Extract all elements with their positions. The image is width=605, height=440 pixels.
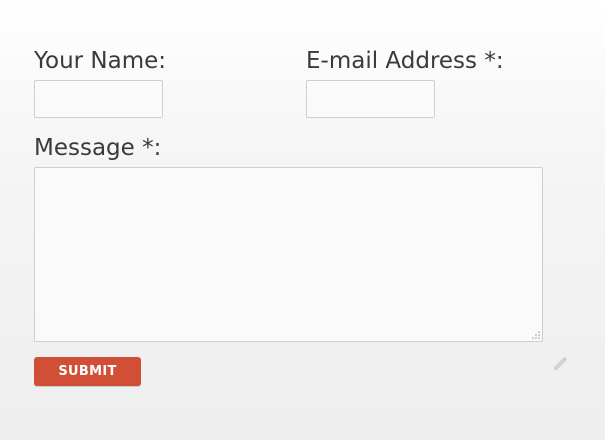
- submit-button[interactable]: SUBMIT: [34, 357, 141, 386]
- contact-form: Your Name: E-mail Address *: Message *: …: [0, 0, 605, 440]
- email-input[interactable]: [306, 80, 435, 118]
- resize-grip-icon[interactable]: [530, 329, 541, 340]
- pencil-icon: [553, 357, 567, 371]
- name-input[interactable]: [34, 80, 163, 118]
- name-label: Your Name:: [34, 48, 167, 74]
- email-label: E-mail Address *:: [306, 48, 504, 74]
- message-textarea[interactable]: [34, 167, 543, 342]
- message-label: Message *:: [34, 135, 162, 161]
